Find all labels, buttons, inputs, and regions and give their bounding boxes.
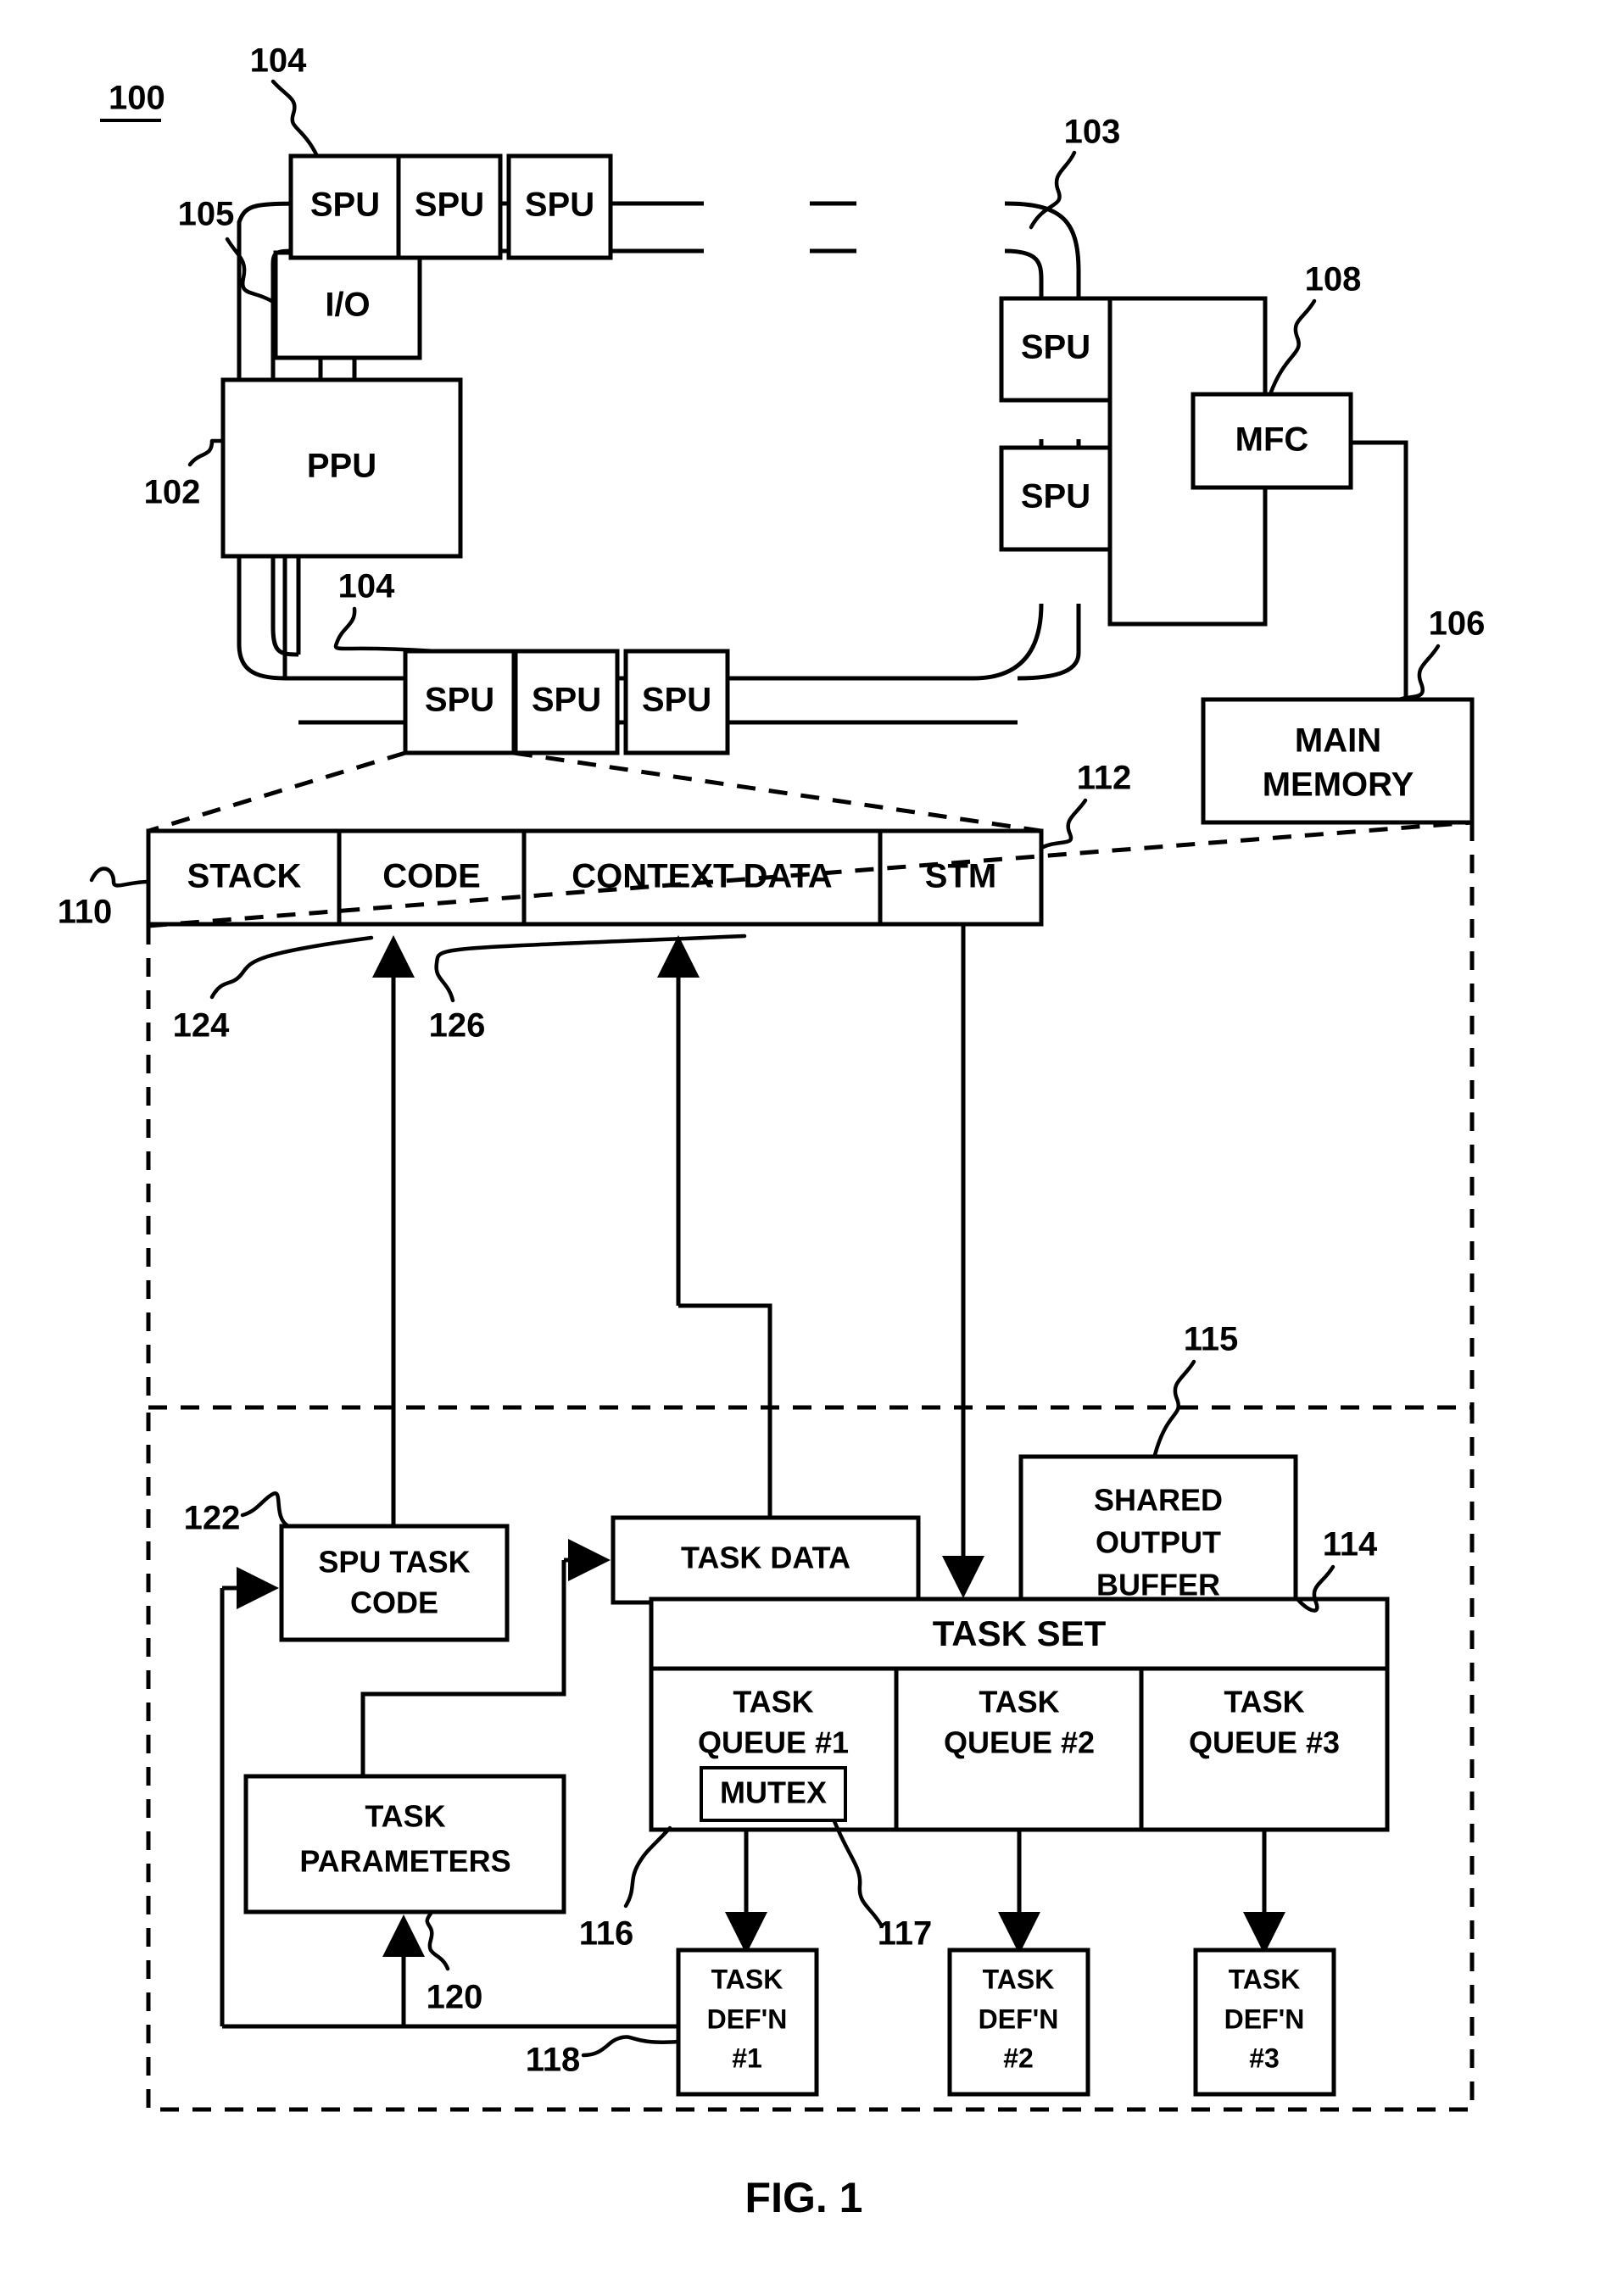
task-set-label: TASK SET xyxy=(933,1613,1107,1653)
patent-figure-page: 100 103 I/O 105 PPU 102 SPU SPU SPU 104 … xyxy=(0,0,1606,2296)
system-ref-label: 100 xyxy=(109,80,165,117)
io-ref-label: 105 xyxy=(178,196,235,233)
system-ref-100: 100 xyxy=(100,80,165,122)
local-store-row: STACK CODE CONTEXT DATA STM 110 112 124 … xyxy=(58,760,1132,1045)
spu-task-code-block: SPU TASK CODE 122 xyxy=(184,1491,510,1642)
mfc-label: MFC xyxy=(1235,421,1309,459)
stm-ref-label: 112 xyxy=(1077,760,1132,797)
spu-label: SPU xyxy=(525,187,594,224)
spu-task-code-box xyxy=(279,1524,510,1642)
io-label: I/O xyxy=(325,287,370,324)
spu-row-bottom: SPU SPU SPU 104 xyxy=(285,568,1018,755)
task-defn-line3: #3 xyxy=(1249,2042,1280,2073)
task-parameters-ref-label: 120 xyxy=(427,1979,483,2016)
task-queue-label-line1: TASK xyxy=(979,1685,1059,1719)
task-queue-label-line2: QUEUE #3 xyxy=(1189,1725,1340,1760)
spu-ref-label: 104 xyxy=(338,568,395,605)
task-defn-ref-118: 118 xyxy=(526,2035,681,2079)
ppu-block: PPU 102 xyxy=(144,377,463,678)
spu-ref-104-top: 104 xyxy=(250,42,320,159)
spu-task-code-label-line2: CODE xyxy=(350,1585,438,1620)
stm-ref-112: 112 xyxy=(1039,760,1132,850)
task-defn-line2: DEF'N xyxy=(1224,2003,1305,2034)
local-store-segment-code: CODE xyxy=(382,858,481,895)
task-queue-label-line1: TASK xyxy=(733,1685,813,1719)
spu-label: SPU xyxy=(415,187,484,224)
task-parameters-label-line1: TASK xyxy=(365,1799,445,1834)
task-parameters-ref-120: 120 xyxy=(425,1911,483,2016)
bus-ref-label: 103 xyxy=(1064,114,1121,151)
task-defn-ref-label: 118 xyxy=(526,2042,581,2079)
task-parameters-label-line2: PARAMETERS xyxy=(299,1844,510,1879)
local-store-segment-stack: STACK xyxy=(187,858,302,895)
shared-output-buffer-line2: OUTPUT xyxy=(1096,1525,1221,1560)
ppu-label: PPU xyxy=(307,448,376,485)
figure-canvas: 100 103 I/O 105 PPU 102 SPU SPU SPU 104 … xyxy=(58,42,1486,2222)
task-defn-line2: DEF'N xyxy=(979,2003,1059,2034)
task-definitions: TASK DEF'N #1 TASK DEF'N #2 TASK DEF'N #… xyxy=(526,1830,1336,2097)
spu-task-code-ref-label: 122 xyxy=(184,1500,241,1537)
task-queue-ref-116: 116 xyxy=(579,1825,672,1953)
spu-label: SPU xyxy=(642,682,711,719)
shared-output-buffer-ref-label: 115 xyxy=(1184,1321,1239,1358)
task-defn-line3: #1 xyxy=(732,2042,762,2073)
code-ref-124: 124 xyxy=(173,935,374,1045)
task-defn-line1: TASK xyxy=(711,1964,783,1994)
spu-column-right: SPU SPU xyxy=(999,296,1112,552)
task-queue-label-line1: TASK xyxy=(1224,1685,1304,1719)
main-memory-label-line1: MAIN xyxy=(1295,722,1381,760)
task-queue-label-line2: QUEUE #2 xyxy=(944,1725,1095,1760)
mfc-ref-108: 108 xyxy=(1268,261,1362,397)
local-store-expansion-lines xyxy=(148,750,1042,833)
local-store-ref-110: 110 xyxy=(58,867,151,931)
main-memory-box xyxy=(1201,697,1475,825)
context-data-ref-126: 126 xyxy=(429,933,747,1045)
figure-caption: FIG. 1 xyxy=(745,2174,863,2221)
spu-label: SPU xyxy=(310,187,380,224)
spu-row-top: SPU SPU SPU 104 xyxy=(250,42,613,260)
task-data-elbow xyxy=(678,1303,772,1518)
mutex-label: MUTEX xyxy=(720,1775,827,1810)
task-set-ref-label: 114 xyxy=(1323,1526,1378,1563)
main-memory-block: MAIN MEMORY 106 xyxy=(1201,605,1486,825)
main-memory-ref-label: 106 xyxy=(1429,605,1486,643)
task-defn-line3: #2 xyxy=(1003,2042,1034,2073)
local-store-ref-label: 110 xyxy=(58,894,113,931)
spu-ref-104-bottom: 104 xyxy=(333,568,437,654)
context-ref-label: 126 xyxy=(429,1007,486,1045)
main-memory-ref-106: 106 xyxy=(1397,605,1486,702)
bus-ref-103: 103 xyxy=(1029,114,1121,230)
ppu-ref-label: 102 xyxy=(144,474,201,511)
shared-output-buffer-ref-115: 115 xyxy=(1152,1321,1239,1457)
spu-ref-label: 104 xyxy=(250,42,307,80)
io-ref-105: 105 xyxy=(178,196,276,304)
task-data-block: TASK DATA xyxy=(611,1515,921,1605)
spu-label: SPU xyxy=(1021,329,1090,366)
main-memory-label-line2: MEMORY xyxy=(1263,766,1414,804)
task-queue-label-line2: QUEUE #1 xyxy=(698,1725,849,1760)
spu-label: SPU xyxy=(425,682,494,719)
ppu-ref-102: 102 xyxy=(144,438,226,511)
spu-label: SPU xyxy=(1021,478,1090,515)
mutex-ref-117: 117 xyxy=(832,1819,933,1953)
code-ref-label: 124 xyxy=(173,1007,230,1045)
mfc-ref-label: 108 xyxy=(1305,261,1362,298)
spu-label: SPU xyxy=(532,682,601,719)
spu-task-code-ref-122: 122 xyxy=(184,1491,291,1537)
shared-output-buffer-block: SHARED OUTPUT BUFFER 115 xyxy=(1018,1321,1298,1624)
mfc-block: MFC 108 xyxy=(1079,261,1408,699)
task-queue-ref-label: 116 xyxy=(579,1915,634,1953)
task-data-label: TASK DATA xyxy=(681,1541,850,1575)
task-defn-line1: TASK xyxy=(1229,1964,1301,1994)
mutex-ref-label: 117 xyxy=(878,1915,933,1953)
shared-output-buffer-line1: SHARED xyxy=(1094,1483,1223,1518)
spu-task-code-label-line1: SPU TASK xyxy=(318,1545,470,1580)
shared-output-buffer-line3: BUFFER xyxy=(1096,1568,1220,1602)
task-defn-line1: TASK xyxy=(983,1964,1055,1994)
task-defn-line2: DEF'N xyxy=(707,2003,788,2034)
